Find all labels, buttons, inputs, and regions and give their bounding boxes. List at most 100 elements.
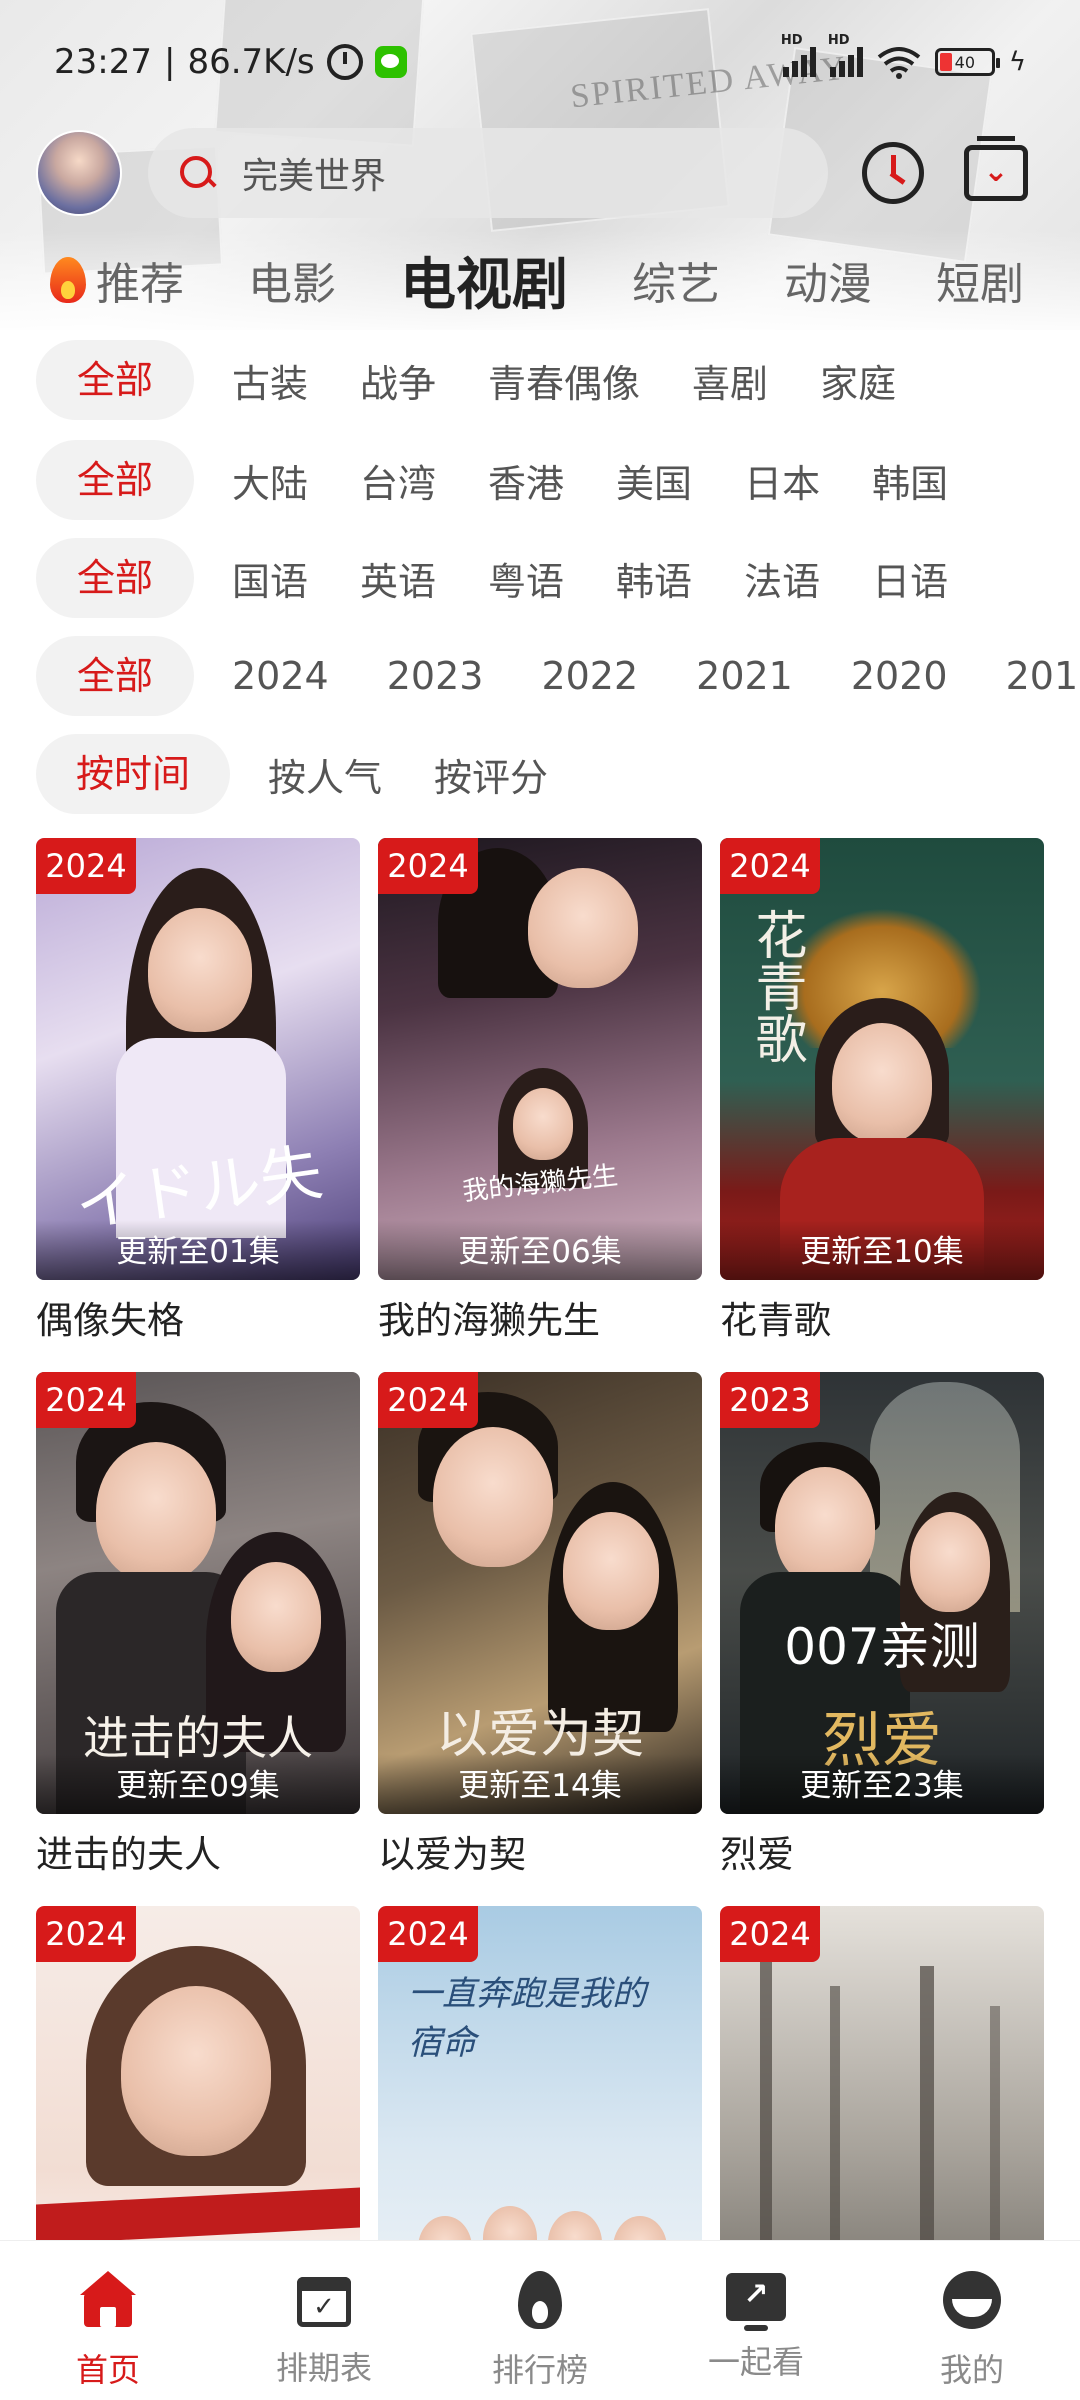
tab-recommend[interactable]: 推荐 <box>50 248 184 312</box>
nav-home[interactable]: 首页 <box>0 2241 216 2400</box>
filter-year-item[interactable]: 2023 <box>387 654 484 698</box>
filter-year-item[interactable]: 2021 <box>696 654 793 698</box>
fire-icon <box>50 257 86 303</box>
media-title[interactable]: 偶像失格 <box>36 1290 360 1344</box>
filter-genre-all[interactable]: 全部 <box>36 340 194 420</box>
search-input[interactable]: 完美世界 <box>148 128 828 218</box>
status-time: 23:27 <box>54 42 152 82</box>
signal-hd-label: HD <box>827 33 850 48</box>
nav-watch-together[interactable]: 一起看 <box>648 2241 864 2400</box>
filter-genre-item[interactable]: 青春偶像 <box>488 353 640 408</box>
update-status: 更新至09集 <box>36 1754 360 1814</box>
poster-figure-face <box>563 1512 659 1630</box>
media-card[interactable]: イドル失 2024 更新至01集 偶像失格 <box>36 838 360 1372</box>
nav-ranking[interactable]: 排行榜 <box>432 2241 648 2400</box>
signal-icon: HD <box>781 33 816 77</box>
year-badge: 2024 <box>720 838 820 894</box>
update-status: 更新至01集 <box>36 1220 360 1280</box>
status-right: HD HD 40 ϟ <box>781 33 1026 79</box>
media-card[interactable]: 进击的夫人 2024 更新至09集 进击的夫人 <box>36 1372 360 1906</box>
filter-region-item[interactable]: 韩国 <box>872 453 948 508</box>
filter-language-item[interactable]: 粤语 <box>488 551 564 606</box>
filter-year-item[interactable]: 2020 <box>851 654 948 698</box>
nav-label: 我的 <box>939 2351 1004 2389</box>
tab-anime[interactable]: 动漫 <box>784 248 872 312</box>
filter-genre-item[interactable]: 战争 <box>360 353 436 408</box>
media-title[interactable]: 花青歌 <box>720 1290 1044 1344</box>
poster-watermark-text: 007亲测 <box>784 1618 980 1676</box>
tab-tv-series[interactable]: 电视剧 <box>400 240 568 320</box>
update-status: 更新至10集 <box>720 1220 1044 1280</box>
poster-figure-face <box>832 1023 932 1143</box>
top-bar: 完美世界 <box>36 128 1046 218</box>
poster[interactable]: 花青歌 2024 更新至10集 <box>720 838 1044 1280</box>
filter-region-item[interactable]: 台湾 <box>360 453 436 508</box>
filter-region-item[interactable]: 香港 <box>488 453 564 508</box>
year-badge: 2024 <box>378 1372 478 1428</box>
tab-short-drama[interactable]: 短剧 <box>936 248 1024 312</box>
filter-region-item[interactable]: 日本 <box>744 453 820 508</box>
filter-language-item[interactable]: 国语 <box>232 551 308 606</box>
status-bar: 23:27 | 86.7K/s HD HD 40 ϟ <box>0 0 1080 124</box>
filter-language-item[interactable]: 韩语 <box>616 551 692 606</box>
media-card[interactable]: 007亲测 烈爱 2023 更新至23集 烈爱 <box>720 1372 1044 1906</box>
poster[interactable]: 以爱为契 2024 更新至14集 <box>378 1372 702 1814</box>
nav-label: 首页 <box>75 2351 140 2389</box>
filter-region-item[interactable]: 美国 <box>616 453 692 508</box>
wechat-icon <box>374 46 407 78</box>
poster-figure-face <box>121 1986 271 2156</box>
year-badge: 2024 <box>378 838 478 894</box>
media-title[interactable]: 以爱为契 <box>378 1824 702 1878</box>
avatar[interactable] <box>36 130 122 216</box>
filter-language-item[interactable]: 法语 <box>744 551 820 606</box>
tab-movie[interactable]: 电影 <box>248 248 336 312</box>
year-badge: 2023 <box>720 1372 820 1428</box>
filter-genre-item[interactable]: 古装 <box>232 353 308 408</box>
home-icon <box>78 2271 138 2329</box>
poster[interactable]: イドル失 2024 更新至01集 <box>36 838 360 1280</box>
poster[interactable]: 007亲测 烈爱 2023 更新至23集 <box>720 1372 1044 1814</box>
status-left: 23:27 | 86.7K/s <box>54 42 407 82</box>
poster-figure-face <box>513 1088 573 1160</box>
profile-icon <box>943 2271 1001 2329</box>
media-card[interactable]: 花青歌 2024 更新至10集 花青歌 <box>720 838 1044 1372</box>
update-status: 更新至06集 <box>378 1220 702 1280</box>
nav-schedule[interactable]: 排期表 <box>216 2241 432 2400</box>
media-card[interactable]: 以爱为契 2024 更新至14集 以爱为契 <box>378 1372 702 1906</box>
media-card[interactable]: 我的海獭先生 2024 更新至06集 我的海獭先生 <box>378 838 702 1372</box>
filter-year-all[interactable]: 全部 <box>36 636 194 716</box>
flame-icon <box>518 2271 562 2329</box>
media-title[interactable]: 烈爱 <box>720 1824 1044 1878</box>
filter-language-item[interactable]: 日语 <box>872 551 948 606</box>
filter-genre-item[interactable]: 家庭 <box>820 353 896 408</box>
nav-label: 一起看 <box>707 2343 804 2381</box>
poster[interactable]: 进击的夫人 2024 更新至09集 <box>36 1372 360 1814</box>
sort-by-rating[interactable]: 按评分 <box>434 747 548 802</box>
status-divider: | <box>163 42 176 82</box>
search-placeholder: 完美世界 <box>242 156 387 197</box>
history-icon[interactable] <box>862 142 924 204</box>
filter-region-item[interactable]: 大陆 <box>232 453 308 508</box>
filter-year-item[interactable]: 2022 <box>541 654 638 698</box>
media-title[interactable]: 进击的夫人 <box>36 1824 360 1878</box>
poster-figure-face <box>433 1427 553 1567</box>
filter-year-item[interactable]: 2024 <box>232 654 329 698</box>
tab-variety[interactable]: 综艺 <box>632 248 720 312</box>
signal-hd-label: HD <box>780 33 803 48</box>
year-badge: 2024 <box>36 838 136 894</box>
media-title[interactable]: 我的海獭先生 <box>378 1290 702 1344</box>
download-icon[interactable] <box>964 136 1028 201</box>
filter-language-all[interactable]: 全部 <box>36 538 194 618</box>
sort-by-popularity[interactable]: 按人气 <box>268 747 382 802</box>
filter-year-item[interactable]: 2019 <box>1006 654 1080 698</box>
poster-title-art: 一直奔跑是我的宿命 <box>408 1976 646 2062</box>
filter-language-item[interactable]: 英语 <box>360 551 436 606</box>
update-status: 更新至23集 <box>720 1754 1044 1814</box>
nav-label: 排行榜 <box>491 2351 588 2389</box>
filter-row-sort: 按时间 按人气 按评分 <box>36 734 1080 814</box>
nav-profile[interactable]: 我的 <box>864 2241 1080 2400</box>
sort-by-time[interactable]: 按时间 <box>36 734 230 814</box>
filter-genre-item[interactable]: 喜剧 <box>692 353 768 408</box>
poster[interactable]: 我的海獭先生 2024 更新至06集 <box>378 838 702 1280</box>
filter-region-all[interactable]: 全部 <box>36 440 194 520</box>
